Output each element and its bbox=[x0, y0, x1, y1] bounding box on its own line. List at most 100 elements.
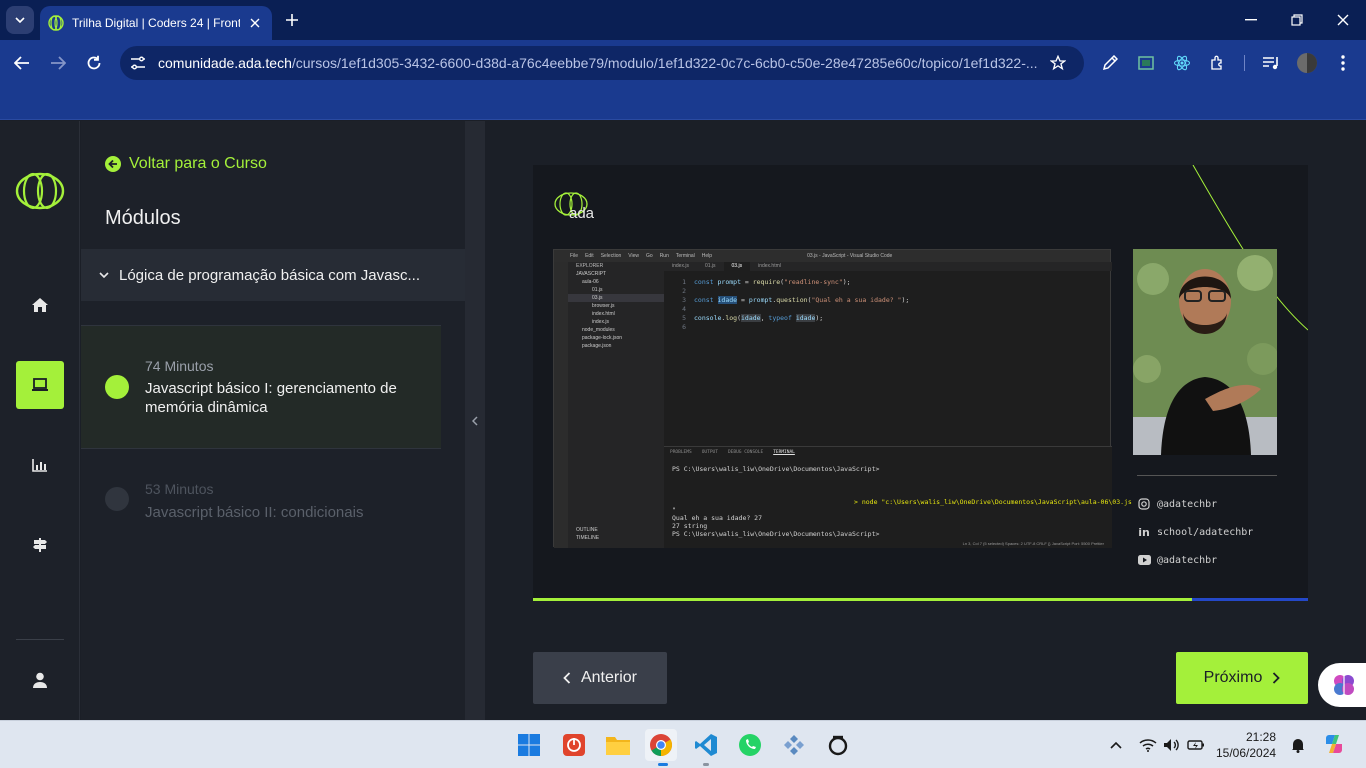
browser-tab-active[interactable]: Trilha Digital | Coders 24 | Front bbox=[40, 6, 272, 40]
bookmark-button[interactable] bbox=[1046, 51, 1070, 75]
browser-menu-button[interactable] bbox=[1330, 50, 1356, 76]
lesson-item-locked[interactable]: 53 Minutos Javascript básico II: condici… bbox=[81, 449, 441, 549]
laptop-icon bbox=[32, 378, 48, 391]
lesson-item-current[interactable]: 74 Minutos Javascript básico I: gerencia… bbox=[81, 326, 441, 448]
rail-home-button[interactable] bbox=[16, 281, 64, 329]
volume-icon bbox=[1164, 739, 1179, 751]
profile-avatar-button[interactable] bbox=[1294, 50, 1320, 76]
lesson-duration: 53 Minutos bbox=[145, 481, 214, 497]
tab-search-button[interactable] bbox=[6, 6, 34, 34]
social-label: school/adatechbr bbox=[1157, 526, 1254, 538]
eyedropper-extension-button[interactable] bbox=[1097, 50, 1123, 76]
tray-volume[interactable] bbox=[1162, 735, 1182, 755]
close-icon bbox=[250, 18, 260, 28]
ai-assistant-button[interactable] bbox=[1318, 663, 1366, 707]
rail-courses-button[interactable] bbox=[16, 361, 64, 409]
taskbar-running-indicator bbox=[703, 763, 709, 766]
tray-notifications[interactable] bbox=[1288, 735, 1308, 755]
tray-copilot[interactable] bbox=[1322, 732, 1346, 756]
video-progress-bar[interactable] bbox=[533, 598, 1308, 601]
folder-icon bbox=[606, 737, 630, 755]
terminal-tab: DEBUG CONSOLE bbox=[727, 449, 764, 455]
next-button[interactable]: Próximo bbox=[1176, 652, 1308, 704]
puzzle-icon bbox=[1211, 55, 1222, 70]
ada-logo-icon[interactable] bbox=[14, 171, 66, 211]
windows-taskbar: 21:28 15/06/2024 bbox=[0, 720, 1366, 768]
back-to-course-link[interactable]: Voltar para o Curso bbox=[105, 155, 267, 173]
lesson-status-dot bbox=[105, 375, 129, 399]
previous-button[interactable]: Anterior bbox=[533, 652, 667, 704]
clock-date: 15/06/2024 bbox=[1216, 746, 1277, 760]
taskbar-clock[interactable]: 21:28 15/06/2024 bbox=[1216, 729, 1276, 761]
code-line: 1 const prompt = require("readline-sync")… bbox=[682, 278, 851, 286]
react-devtools-extension-button[interactable] bbox=[1169, 50, 1195, 76]
taskbar-app-ring[interactable] bbox=[822, 729, 854, 761]
plus-icon bbox=[286, 14, 298, 26]
taskbar-whatsapp[interactable] bbox=[734, 729, 766, 761]
extensions-button[interactable] bbox=[1205, 50, 1231, 76]
terminal-line: PS C:\Users\walis_liw\OneDrive\Documento… bbox=[672, 465, 880, 473]
rail-profile-button[interactable] bbox=[16, 656, 64, 704]
module-accordion-header[interactable]: Lógica de programação básica com Javasc.… bbox=[81, 249, 465, 301]
taskbar-vscode[interactable] bbox=[690, 729, 722, 761]
start-button[interactable] bbox=[513, 729, 545, 761]
explorer-heading: EXPLORER bbox=[576, 263, 604, 269]
vscode-statusbar: Ln 3, Col 7 (5 selected) Spaces: 2 UTF-8… bbox=[962, 541, 1104, 546]
instagram-icon bbox=[1137, 497, 1151, 511]
terminal-line: PS C:\Users\walis_liw\OneDrive\Documento… bbox=[672, 530, 880, 538]
taskbar-file-explorer[interactable] bbox=[602, 729, 634, 761]
tray-overflow-button[interactable] bbox=[1106, 735, 1126, 755]
explorer-item: package-lock.json bbox=[582, 335, 623, 341]
arrow-right-icon bbox=[51, 56, 66, 70]
vscode-titlebar: File Edit Selection View Go Run Terminal… bbox=[554, 250, 1110, 262]
vscode-menu-item: Selection bbox=[600, 253, 622, 259]
reload-button[interactable] bbox=[80, 49, 108, 77]
explorer-item: index.js bbox=[592, 319, 609, 325]
tab-title: Trilha Digital | Coders 24 | Front bbox=[72, 16, 240, 30]
taskbar-app-power[interactable] bbox=[558, 729, 590, 761]
ring-app-icon bbox=[828, 735, 848, 756]
forward-button[interactable] bbox=[44, 49, 72, 77]
screen-capture-extension-button[interactable] bbox=[1133, 50, 1159, 76]
rail-trail-button[interactable] bbox=[16, 521, 64, 569]
new-tab-button[interactable] bbox=[280, 8, 304, 32]
vscode-explorer: EXPLORER JAVASCRIPT aula-06 01.js 03.js … bbox=[568, 262, 664, 548]
chevron-left-icon bbox=[472, 415, 478, 426]
react-icon bbox=[1173, 55, 1191, 71]
browser-toolbar: comunidade.ada.tech/cursos/1ef1d305-3432… bbox=[0, 40, 1366, 86]
terminal-line: Qual eh a sua idade? 27 bbox=[672, 514, 763, 522]
back-button[interactable] bbox=[8, 49, 36, 77]
battery-charging-icon bbox=[1187, 740, 1204, 750]
explorer-footer: TIMELINE bbox=[576, 535, 600, 541]
vscode-editor-tabs: index.js 01.js 03.js index.html bbox=[664, 262, 1112, 271]
taskbar-app-game[interactable] bbox=[778, 729, 810, 761]
terminal-line: > node "c:\Users\walis_liw\OneDrive\Docu… bbox=[854, 498, 1132, 506]
explorer-item: package.json bbox=[582, 343, 612, 349]
tab-close-button[interactable] bbox=[246, 14, 264, 32]
vscode-menu-item: File bbox=[570, 253, 579, 259]
rail-stats-button[interactable] bbox=[16, 441, 64, 489]
lesson-title: Javascript básico I: gerenciamento de me… bbox=[145, 380, 397, 416]
lesson-duration: 74 Minutos bbox=[145, 358, 214, 374]
media-control-button[interactable] bbox=[1258, 50, 1284, 76]
url-text: comunidade.ada.tech/cursos/1ef1d305-3432… bbox=[158, 55, 1040, 71]
browser-tab-bar: Trilha Digital | Coders 24 | Front bbox=[0, 0, 1366, 40]
site-header-strip bbox=[0, 86, 1366, 120]
previous-label: Anterior bbox=[580, 669, 638, 686]
panel-collapse-handle[interactable] bbox=[465, 121, 485, 720]
wifi-icon bbox=[1139, 739, 1157, 752]
restore-button[interactable] bbox=[1284, 8, 1310, 32]
tray-wifi[interactable] bbox=[1138, 735, 1158, 755]
terminal-tabs: PROBLEMS OUTPUT DEBUG CONSOLE TERMINAL bbox=[664, 447, 1112, 457]
tune-icon bbox=[131, 56, 145, 70]
close-window-button[interactable] bbox=[1330, 8, 1356, 32]
address-bar[interactable]: comunidade.ada.tech/cursos/1ef1d305-3432… bbox=[120, 46, 1084, 80]
terminal-tab: OUTPUT bbox=[701, 449, 718, 455]
vscode-screen-recording: File Edit Selection View Go Run Terminal… bbox=[553, 249, 1132, 548]
taskbar-chrome[interactable] bbox=[645, 729, 677, 761]
minimize-button[interactable] bbox=[1238, 8, 1264, 32]
bar-chart-icon bbox=[32, 459, 47, 472]
video-player[interactable]: ada File Edit Selection View Go Run Term… bbox=[533, 165, 1308, 601]
tray-battery[interactable] bbox=[1186, 735, 1206, 755]
site-info-button[interactable] bbox=[124, 49, 152, 77]
